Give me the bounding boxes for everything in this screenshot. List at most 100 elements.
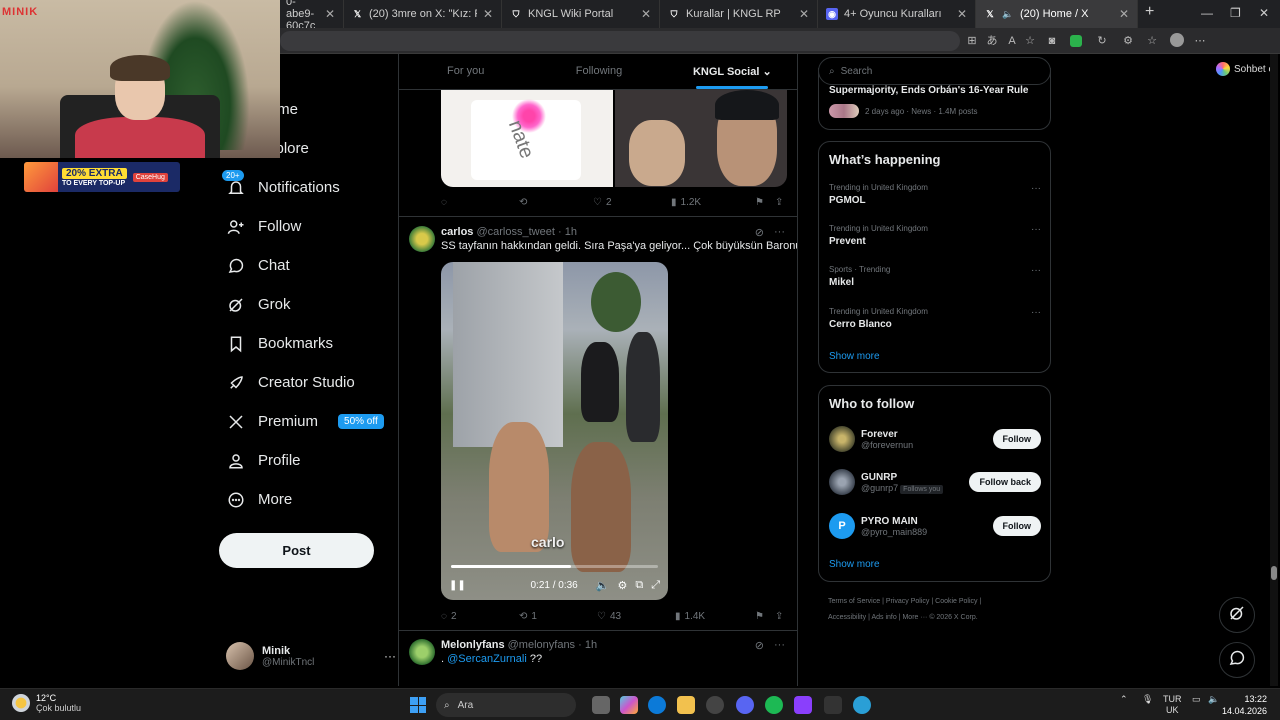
footer-link[interactable]: Terms of Service bbox=[828, 598, 880, 605]
url-field[interactable] bbox=[280, 31, 960, 51]
taskbar-search[interactable]: ⌕ Ara bbox=[436, 693, 576, 717]
trend-item[interactable]: Trending in United Kingdom PGMOL ··· bbox=[829, 183, 1041, 206]
tweet-author-name[interactable]: carlos bbox=[441, 226, 473, 238]
discord-icon[interactable] bbox=[736, 696, 754, 714]
favorites-icon[interactable]: ☆ bbox=[1146, 35, 1158, 47]
follow-button[interactable]: Follow bbox=[992, 516, 1041, 536]
grok-fab[interactable] bbox=[1219, 597, 1255, 633]
avatar[interactable]: P bbox=[829, 513, 855, 539]
footer-link[interactable]: Privacy Policy bbox=[886, 598, 930, 605]
more-dots-icon[interactable]: ··· bbox=[1031, 307, 1041, 318]
extension-icon[interactable]: ◙ bbox=[1046, 35, 1058, 47]
steam-icon[interactable] bbox=[706, 696, 724, 714]
close-tab-icon[interactable]: ✕ bbox=[325, 7, 335, 21]
scrollbar-thumb[interactable] bbox=[1271, 566, 1277, 580]
browser-tab[interactable]: ⛉ Kurallar | KNGL RP ✕ bbox=[660, 0, 818, 28]
copilot-button[interactable]: Sohbet et bbox=[1216, 59, 1277, 79]
new-tab-icon[interactable]: + bbox=[1145, 3, 1154, 21]
video-progress-bar[interactable] bbox=[451, 565, 658, 568]
obs-icon[interactable] bbox=[794, 696, 812, 714]
avatar[interactable] bbox=[829, 469, 855, 495]
more-dots-icon[interactable]: ··· bbox=[1031, 224, 1041, 235]
footer-link[interactable]: Accessibility bbox=[828, 614, 866, 621]
tab-following[interactable]: Following bbox=[532, 54, 665, 89]
show-more-link[interactable]: Show more bbox=[829, 351, 880, 362]
tab-for-you[interactable]: For you bbox=[399, 54, 532, 89]
more-dots-icon[interactable]: ··· bbox=[774, 226, 785, 239]
copilot-app-icon[interactable] bbox=[620, 696, 638, 714]
minimize-icon[interactable]: — bbox=[1201, 6, 1213, 20]
tweet-time[interactable]: 1h bbox=[565, 226, 577, 238]
tweet-time[interactable]: 1h bbox=[585, 639, 597, 651]
close-tab-icon[interactable]: ✕ bbox=[957, 7, 967, 21]
favorite-star-icon[interactable]: ☆ bbox=[1024, 35, 1036, 47]
pip-icon[interactable]: ⧉ bbox=[635, 579, 643, 592]
post-image[interactable]: nate bbox=[441, 90, 613, 187]
mention-link[interactable]: @SercanZurnali bbox=[447, 653, 527, 665]
follow-suggestion[interactable]: GUNRP @gunrp7 Follows you Follow back bbox=[829, 467, 1041, 497]
repost-button[interactable]: ⟲ 1 bbox=[519, 611, 597, 622]
weather-widget[interactable]: 12°C Çok bulutlu bbox=[12, 693, 81, 713]
app-grid-icon[interactable]: ⊞ bbox=[966, 35, 978, 47]
trend-item[interactable]: Trending in United Kingdom Prevent ··· bbox=[829, 224, 1041, 247]
bookmark-icon[interactable]: ⚑ bbox=[755, 197, 775, 208]
more-dots-icon[interactable]: ⋯ bbox=[1194, 35, 1206, 47]
follow-suggestion[interactable]: Forever @forevernun Follow bbox=[829, 424, 1041, 454]
microphone-icon[interactable]: 🎙 bbox=[1142, 694, 1153, 705]
follow-button[interactable]: Follow bbox=[992, 429, 1041, 449]
bookmark-icon[interactable]: ⚑ bbox=[755, 611, 775, 622]
more-dots-icon[interactable]: ··· bbox=[1031, 183, 1041, 194]
sidebar-item-notifications[interactable]: 20+ Notifications bbox=[218, 168, 398, 207]
settings-icon[interactable]: ⚙ bbox=[617, 579, 627, 592]
profile-icon[interactable] bbox=[1170, 33, 1184, 47]
more-dots-icon[interactable]: ··· bbox=[1031, 265, 1041, 276]
grok-icon[interactable]: ⊘ bbox=[755, 226, 764, 239]
sidebar-item-more[interactable]: More bbox=[218, 480, 398, 519]
chevron-up-icon[interactable]: ⌃ bbox=[1120, 694, 1128, 705]
system-clock[interactable]: 13:22 14.04.2026 bbox=[1222, 693, 1267, 717]
avatar[interactable] bbox=[409, 639, 435, 665]
show-more-link[interactable]: Show more bbox=[829, 559, 880, 570]
volume-icon[interactable]: 🔈 bbox=[596, 579, 610, 592]
sidebar-item-chat[interactable]: Chat bbox=[218, 246, 398, 285]
tweet-author-handle[interactable]: @carloss_tweet bbox=[476, 226, 554, 238]
video-player[interactable]: carlo ❚❚ 0:21 / 0:36 🔈 ⚙ ⧉ ⤢ bbox=[441, 262, 668, 600]
share-icon[interactable]: ⇪ bbox=[775, 197, 783, 208]
like-button[interactable]: ♡ 2 bbox=[593, 197, 671, 208]
messages-fab[interactable] bbox=[1219, 642, 1255, 678]
close-tab-icon[interactable]: ✕ bbox=[799, 7, 809, 21]
repost-button[interactable]: ⟲ bbox=[519, 197, 593, 208]
like-button[interactable]: ♡ 43 bbox=[597, 611, 675, 622]
follow-suggestion[interactable]: P PYRO MAIN @pyro_main889 Follow bbox=[829, 511, 1041, 541]
grok-icon[interactable]: ⊘ bbox=[755, 639, 764, 652]
close-tab-icon[interactable]: ✕ bbox=[1119, 7, 1129, 21]
views-button[interactable]: ▮ 1.2K bbox=[671, 197, 755, 208]
translate-icon[interactable]: あ bbox=[986, 35, 998, 47]
footer-link[interactable]: More ··· bbox=[902, 614, 927, 621]
browser-tab[interactable]: 0-abe9-60c7c ✕ bbox=[278, 0, 344, 32]
maximize-icon[interactable]: ❐ bbox=[1230, 6, 1241, 20]
tweet[interactable]: Melonlyfans @melonyfans · 1h ⊘ ··· . @Se… bbox=[409, 639, 797, 686]
more-dots-icon[interactable]: ··· bbox=[384, 649, 396, 663]
spotify-icon[interactable] bbox=[765, 696, 783, 714]
sidebar-item-grok[interactable]: Grok bbox=[218, 285, 398, 324]
avatar[interactable] bbox=[829, 426, 855, 452]
input-language[interactable]: TUR UK bbox=[1163, 694, 1182, 716]
post-image-grid[interactable]: nate bbox=[441, 90, 787, 187]
more-dots-icon[interactable]: ··· bbox=[774, 639, 785, 652]
globe-app-icon[interactable] bbox=[853, 696, 871, 714]
close-tab-icon[interactable]: ✕ bbox=[641, 7, 651, 21]
tab-kngl-social[interactable]: KNGL Social ⌄ bbox=[666, 54, 797, 89]
sidebar-item-bookmarks[interactable]: Bookmarks bbox=[218, 324, 398, 363]
network-icon[interactable]: ▭ bbox=[1192, 694, 1201, 705]
browser-tab[interactable]: ⛉ KNGL Wiki Portal ✕ bbox=[502, 0, 660, 28]
page-scrollbar[interactable] bbox=[1270, 54, 1278, 686]
account-switcher[interactable]: Minik @MinikTncl ··· bbox=[226, 641, 396, 671]
tweet-author-name[interactable]: Melonlyfans bbox=[441, 639, 505, 651]
extension-icon[interactable] bbox=[1070, 35, 1082, 47]
volume-icon[interactable]: 🔈 bbox=[1208, 694, 1219, 705]
windows-start-icon[interactable] bbox=[410, 697, 426, 713]
footer-link[interactable]: Ads info bbox=[871, 614, 896, 621]
reply-button[interactable]: ◌ 2 bbox=[441, 611, 519, 622]
post-image[interactable] bbox=[615, 90, 787, 187]
